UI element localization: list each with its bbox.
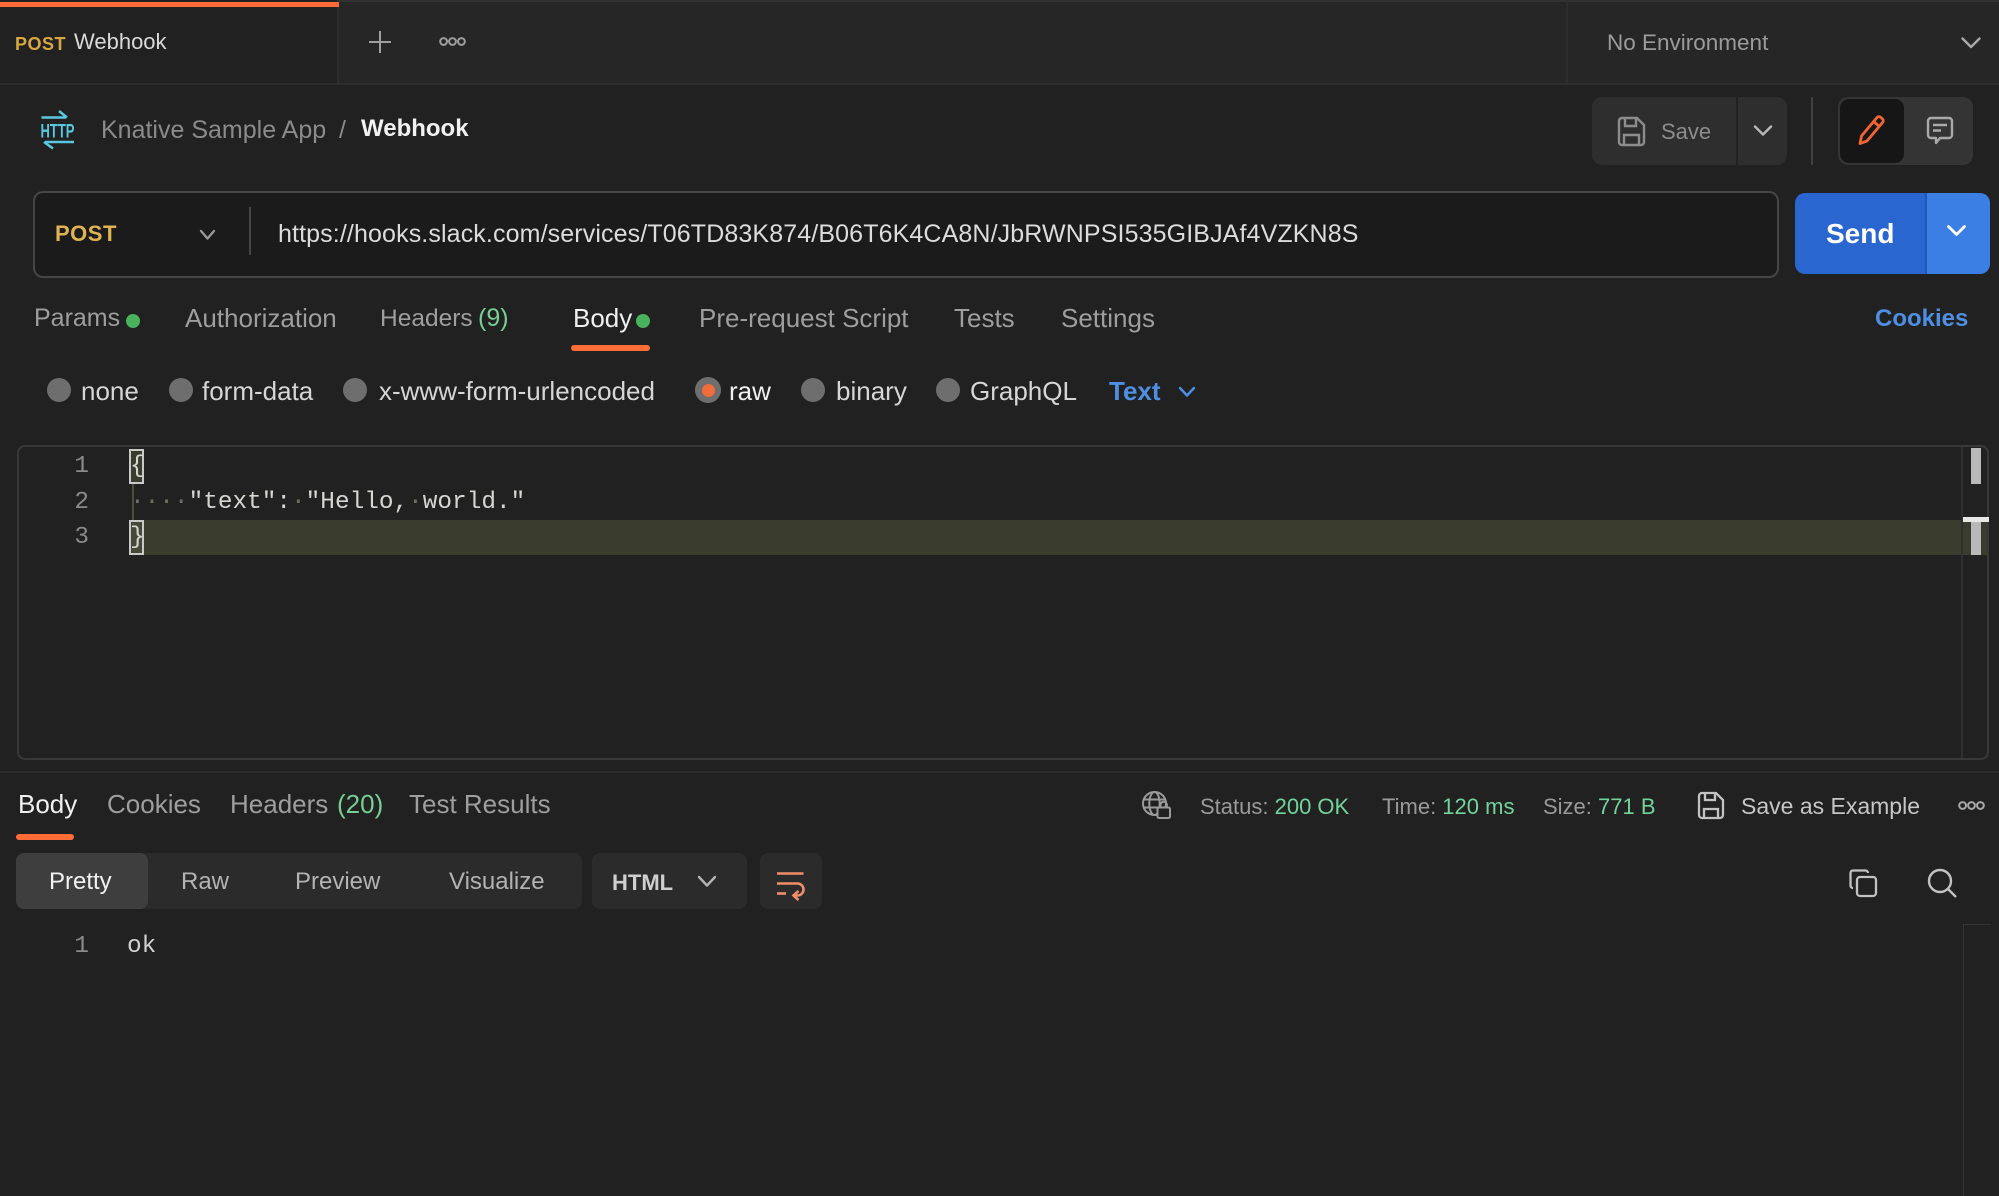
svg-text:HTTP: HTTP <box>41 122 75 143</box>
